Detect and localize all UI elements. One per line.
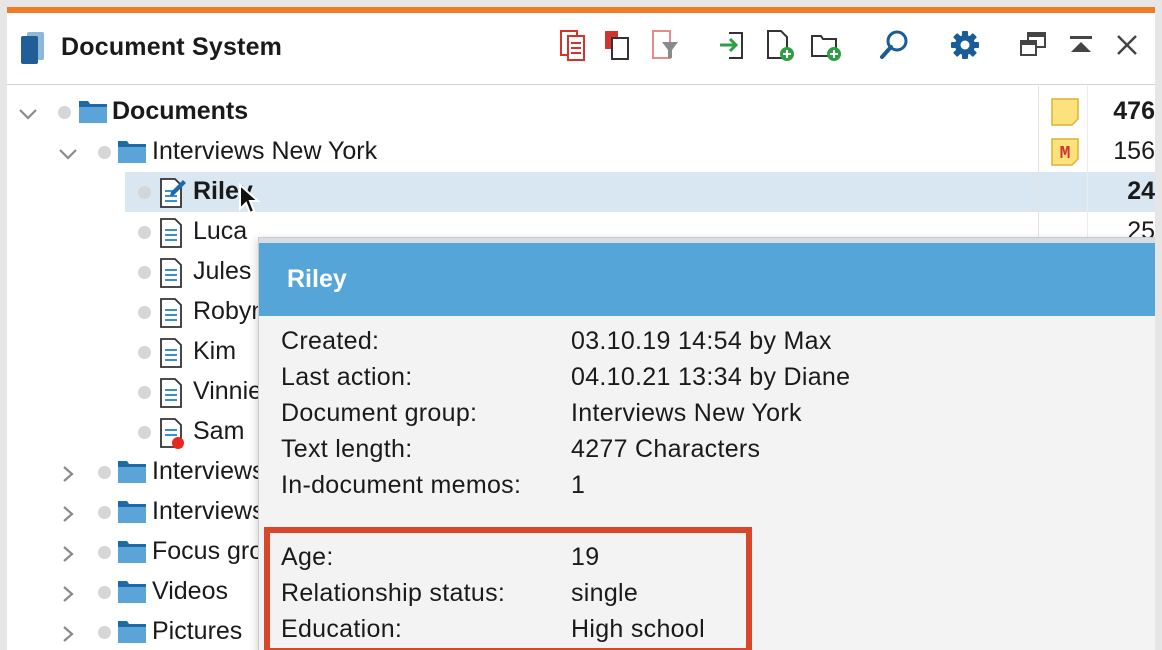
tree-row-document-riley[interactable]: Riley 24 bbox=[7, 172, 1155, 212]
info-label: In-document memos: bbox=[281, 471, 522, 499]
text-document-icon bbox=[159, 258, 185, 295]
coded-segments-count: 156 bbox=[1113, 137, 1155, 165]
chevron-right-icon[interactable] bbox=[57, 582, 79, 602]
coded-segments-count: 24 bbox=[1127, 177, 1155, 205]
chevron-down-icon[interactable] bbox=[17, 102, 39, 122]
new-document-icon[interactable] bbox=[762, 27, 798, 63]
title-bar: Document System bbox=[7, 13, 1155, 85]
tooltip-header: Riley bbox=[259, 238, 1155, 316]
memo-m-icon[interactable]: M bbox=[1050, 137, 1080, 174]
text-document-icon bbox=[159, 298, 185, 335]
text-document-icon bbox=[159, 338, 185, 375]
info-value: 4277 Characters bbox=[571, 435, 761, 463]
copy-documents-icon[interactable] bbox=[600, 27, 636, 63]
info-label: Text length: bbox=[281, 435, 413, 463]
document-browser-icon[interactable] bbox=[555, 27, 591, 63]
window-title: Document System bbox=[61, 33, 283, 61]
tree-item-label: Kim bbox=[193, 337, 237, 365]
tree-item-label: Interviews bbox=[152, 497, 265, 525]
tree-item-label: Jules bbox=[193, 257, 252, 285]
tree-item-label: Vinnie bbox=[193, 377, 263, 405]
status-dot bbox=[138, 426, 151, 439]
status-dot bbox=[98, 506, 111, 519]
document-tooltip: Riley Created: 03.10.19 14:54 by Max Las… bbox=[258, 237, 1155, 650]
document-system-icon bbox=[19, 31, 49, 70]
tree-item-label: Documents bbox=[112, 97, 249, 125]
tree-row-group-open[interactable]: Interviews New York M 156 bbox=[7, 132, 1155, 172]
text-document-icon bbox=[159, 218, 185, 255]
collapse-icon[interactable] bbox=[1063, 27, 1099, 63]
chevron-right-icon[interactable] bbox=[57, 502, 79, 522]
chevron-right-icon[interactable] bbox=[57, 622, 79, 642]
filter-documents-icon[interactable] bbox=[647, 27, 683, 63]
variable-label: Relationship status: bbox=[281, 579, 506, 607]
status-dot bbox=[138, 386, 151, 399]
tree-item-label: Interviews bbox=[152, 457, 265, 485]
status-dot bbox=[98, 466, 111, 479]
status-dot bbox=[138, 226, 151, 239]
status-dot bbox=[98, 586, 111, 599]
variable-value: single bbox=[571, 579, 639, 607]
info-value: Interviews New York bbox=[571, 399, 802, 427]
tooltip-title: Riley bbox=[287, 265, 347, 293]
tree-row-documents[interactable]: Documents 476 bbox=[7, 92, 1155, 132]
info-label: Document group: bbox=[281, 399, 478, 427]
document-system-window: Document System Documents 476 Interviews… bbox=[7, 7, 1155, 650]
tree-item-label: Pictures bbox=[152, 617, 243, 645]
variable-label: Age: bbox=[281, 543, 334, 571]
chevron-right-icon[interactable] bbox=[57, 462, 79, 482]
status-dot bbox=[138, 186, 151, 199]
folder-icon bbox=[117, 498, 147, 531]
undock-window-icon[interactable] bbox=[1015, 27, 1051, 63]
search-icon[interactable] bbox=[877, 27, 913, 63]
mouse-cursor-icon bbox=[238, 182, 262, 222]
info-value: 1 bbox=[571, 471, 586, 499]
tree-item-label: Videos bbox=[152, 577, 228, 605]
variable-value: High school bbox=[571, 615, 705, 643]
chevron-down-icon[interactable] bbox=[57, 142, 79, 162]
folder-icon bbox=[117, 538, 147, 571]
info-value: 03.10.19 14:54 by Max bbox=[571, 327, 832, 355]
status-dot bbox=[138, 306, 151, 319]
folder-icon bbox=[117, 578, 147, 611]
status-dot bbox=[98, 626, 111, 639]
folder-icon bbox=[117, 458, 147, 491]
coded-segments-count: 476 bbox=[1113, 97, 1155, 125]
folder-icon bbox=[117, 618, 147, 650]
info-label: Created: bbox=[281, 327, 380, 355]
tree-item-label: Interviews New York bbox=[152, 137, 378, 165]
chevron-right-icon[interactable] bbox=[57, 542, 79, 562]
memo-note-icon[interactable] bbox=[1050, 97, 1080, 134]
variable-label: Education: bbox=[281, 615, 403, 643]
status-dot bbox=[138, 266, 151, 279]
gear-icon[interactable] bbox=[947, 27, 983, 63]
info-label: Last action: bbox=[281, 363, 413, 391]
svg-text:M: M bbox=[1060, 144, 1071, 164]
tree-item-label: Robyn bbox=[193, 297, 266, 325]
status-dot bbox=[138, 346, 151, 359]
tree-item-label: Sam bbox=[193, 417, 245, 445]
folder-icon bbox=[78, 98, 108, 131]
status-dot bbox=[58, 106, 71, 119]
tooltip-header-line bbox=[259, 238, 1155, 243]
folder-icon bbox=[117, 138, 147, 171]
import-icon[interactable] bbox=[714, 27, 750, 63]
variable-value: 19 bbox=[571, 543, 600, 571]
selection-highlight bbox=[125, 172, 1155, 212]
info-value: 04.10.21 13:34 by Diane bbox=[571, 363, 851, 391]
status-dot bbox=[98, 546, 111, 559]
close-icon[interactable] bbox=[1109, 27, 1145, 63]
document-edit-icon bbox=[159, 178, 187, 215]
new-document-group-icon[interactable] bbox=[808, 27, 844, 63]
status-dot bbox=[98, 146, 111, 159]
text-document-icon bbox=[159, 378, 185, 415]
